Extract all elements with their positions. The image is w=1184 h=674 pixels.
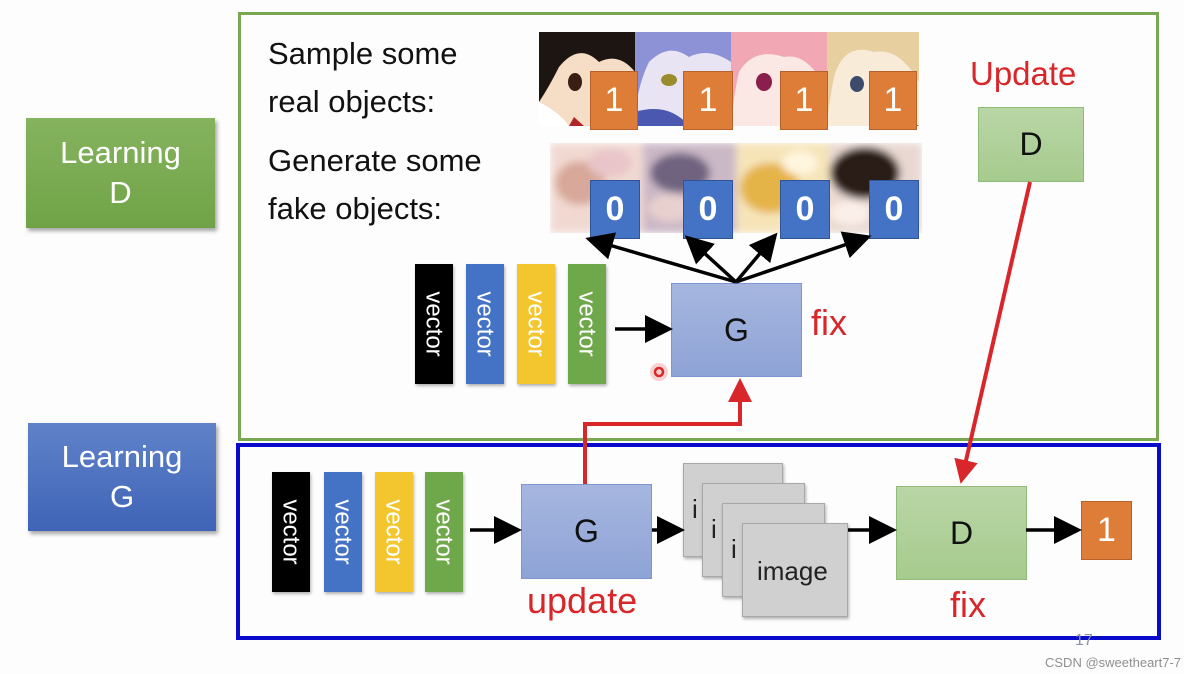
update-d-arrow [954,181,1032,484]
cursor-highlight [650,363,668,381]
arrows-layer [470,181,1082,544]
update-g-arrow [583,378,752,484]
